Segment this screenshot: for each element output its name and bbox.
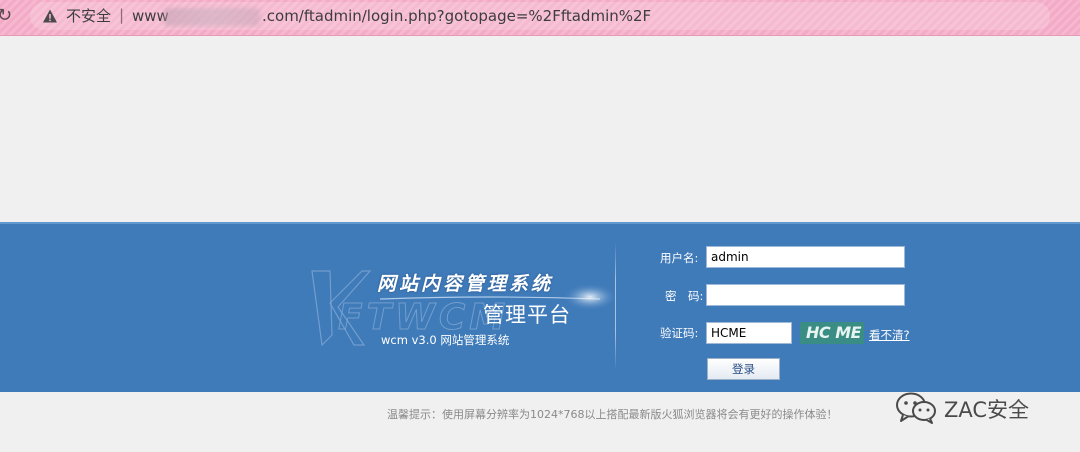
security-status-label[interactable]: 不安全: [66, 7, 111, 25]
browser-address-bar: ↻ 不安全 | www .com/ftadmin/login.php?gotop…: [0, 0, 1080, 36]
wechat-icon: [896, 392, 936, 424]
password-input[interactable]: [706, 284, 905, 306]
password-label: 密 码:: [665, 289, 704, 303]
divider: [615, 241, 616, 371]
url-path[interactable]: .com/ftadmin/login.php?gotopage=%2Fftadm…: [262, 7, 651, 25]
reload-icon[interactable]: ↻: [0, 5, 13, 27]
username-label: 用户名:: [660, 251, 699, 265]
captcha-image-text: HC ME: [806, 323, 862, 342]
platform-subtitle: 管理平台: [483, 303, 571, 327]
url-separator: |: [119, 6, 125, 24]
watermark-label: ZAC安全: [944, 398, 1030, 422]
url-redaction: [164, 8, 260, 26]
captcha-image[interactable]: HC ME: [800, 322, 864, 344]
login-panel: FTWCM 网站内容管理系统 管理平台 wcm v3.0 网站管理系统 用户名:…: [0, 222, 1080, 392]
captcha-label: 验证码:: [660, 326, 699, 340]
refresh-captcha-link[interactable]: 看不清?: [869, 327, 910, 343]
version-label: wcm v3.0 网站管理系统: [381, 333, 510, 347]
system-title: 网站内容管理系统: [377, 273, 554, 295]
username-input[interactable]: [706, 246, 905, 268]
warning-icon[interactable]: [42, 8, 58, 24]
login-button[interactable]: 登录: [707, 358, 780, 380]
captcha-input[interactable]: [706, 322, 792, 344]
footer-tip: 温馨提示：使用屏幕分辨率为1024*768以上搭配最新版火狐浏览器将会有更好的操…: [387, 408, 838, 421]
